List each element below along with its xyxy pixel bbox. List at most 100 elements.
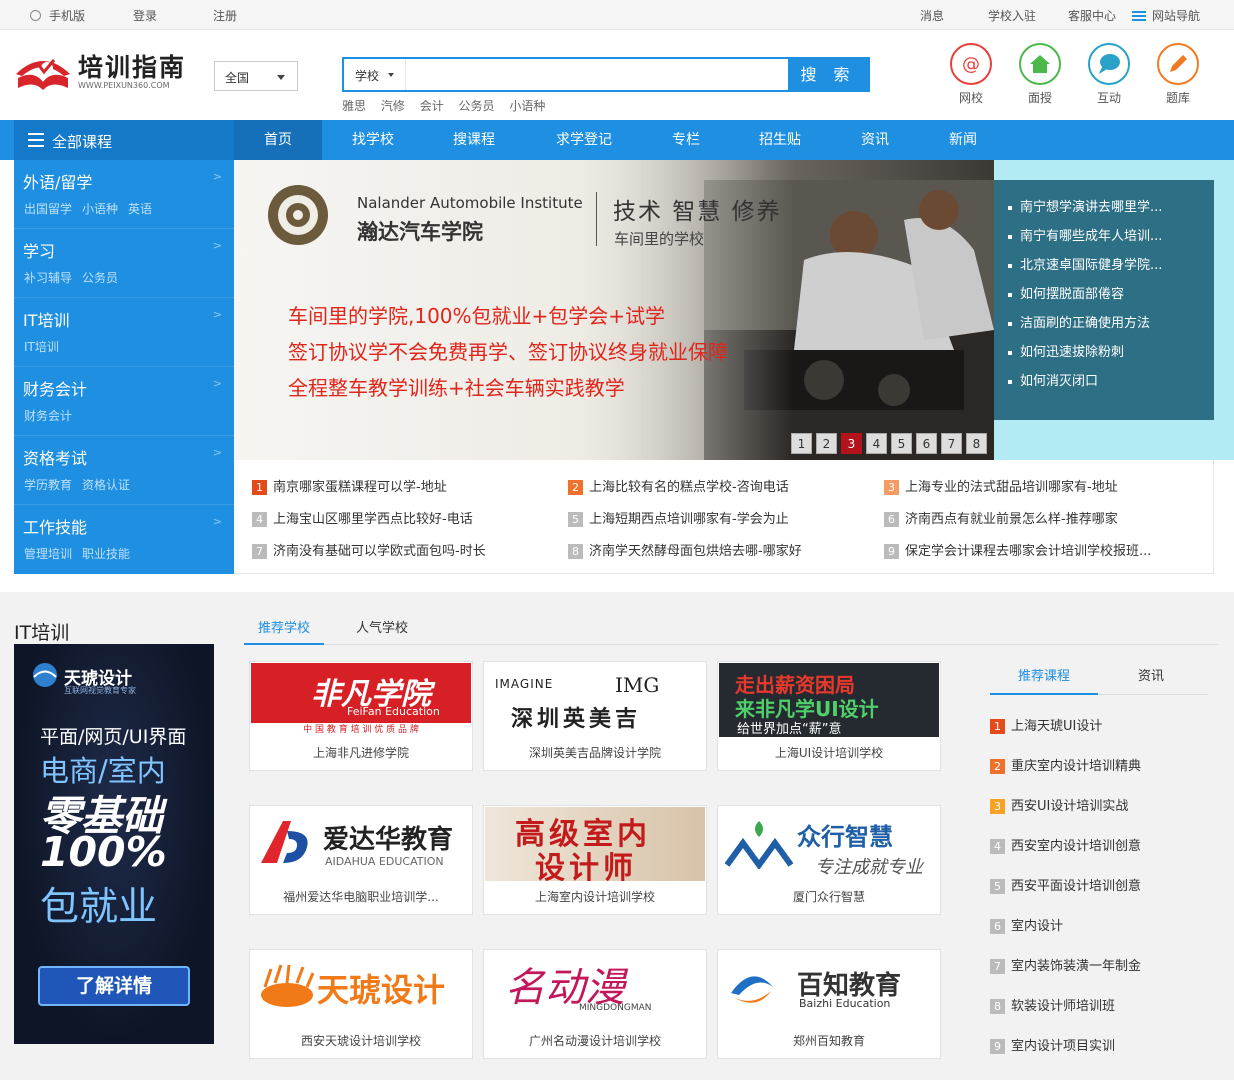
ad-details-button[interactable]: 了解详情 <box>38 966 190 1006</box>
news-item[interactable]: 2 上海比较有名的糕点学校-咨询电话 <box>568 476 789 495</box>
news-item[interactable]: 7 济南没有基础可以学欧式面包吗-时长 <box>252 540 486 559</box>
banner-page-button[interactable]: 1 <box>791 433 812 454</box>
school-card[interactable]: 高级室内 设计师 上海室内设计培训学校 <box>483 805 707 915</box>
news-item[interactable]: 3 上海专业的法式甜品培训哪家有-地址 <box>884 476 1118 495</box>
sidebar-sub-link[interactable]: 出国留学 <box>24 202 72 216</box>
banner-page-button[interactable]: 6 <box>916 433 937 454</box>
sidebar-sub-link[interactable]: 管理培训 <box>24 547 72 561</box>
news-item[interactable]: 1 南京哪家蛋糕课程可以学-地址 <box>252 476 447 495</box>
nav-info[interactable]: 资讯 <box>840 120 910 160</box>
banner-page-button-active[interactable]: 3 <box>841 433 862 454</box>
school-card[interactable]: 众行智慧 专注成就专业 厦门众行智慧 <box>717 805 941 915</box>
tab-recommended-schools[interactable]: 推荐学校 <box>244 617 324 645</box>
right-news-link[interactable]: 北京速卓国际健身学院... <box>1008 254 1162 273</box>
pencil-icon <box>1170 55 1187 72</box>
right-news-link[interactable]: 南宁有哪些成年人培训... <box>1008 225 1162 244</box>
question-bank-button[interactable] <box>1157 43 1199 85</box>
sidebar-category[interactable]: 工作技能 > 管理培训 职业技能 <box>14 505 234 574</box>
news-item[interactable]: 5 上海短期西点培训哪家有-学会为止 <box>568 508 789 527</box>
banner-page-button[interactable]: 4 <box>866 433 887 454</box>
course-item[interactable]: 7 室内装饰装潢一年制金 <box>990 955 1141 974</box>
right-news-link[interactable]: 如何迅速拔除粉刺 <box>1008 341 1124 360</box>
register-link[interactable]: 注册 <box>213 7 237 24</box>
nav-news[interactable]: 新闻 <box>928 120 998 160</box>
sidebar-category[interactable]: 资格考试 > 学历教育 资格认证 <box>14 436 234 505</box>
messages-link[interactable]: 消息 <box>920 7 944 24</box>
sidebar-sub-link[interactable]: 学历教育 <box>24 478 72 492</box>
tab-info[interactable]: 资讯 <box>1138 665 1178 695</box>
banner-page-button[interactable]: 7 <box>941 433 962 454</box>
school-card[interactable]: 百知教育 Baizhi Education 郑州百知教育 <box>717 949 941 1059</box>
ad-line: 平面/网页/UI界面 <box>40 726 187 748</box>
school-join-link[interactable]: 学校入驻 <box>988 7 1036 24</box>
school-card[interactable]: 天琥设计 西安天琥设计培训学校 <box>249 949 473 1059</box>
nav-home[interactable]: 首页 <box>234 120 322 160</box>
sitemap-link[interactable]: 网站导航 <box>1132 7 1200 24</box>
course-item[interactable]: 1 上海天琥UI设计 <box>990 715 1102 734</box>
right-news-link[interactable]: 南宁想学演讲去哪里学... <box>1008 196 1162 215</box>
school-card[interactable]: 走出薪资困局 来非凡学UI设计 给世界加点“薪”意 上海UI设计培训学校 <box>717 661 941 771</box>
hot-keyword[interactable]: 会计 <box>420 99 444 113</box>
sidebar-category[interactable]: 学习 > 补习辅导 公务员 <box>14 229 234 298</box>
sidebar-sub-link[interactable]: 小语种 <box>82 202 118 216</box>
nav-study-register[interactable]: 求学登记 <box>540 120 628 160</box>
course-item[interactable]: 6 室内设计 <box>990 915 1063 934</box>
banner-page-button[interactable]: 8 <box>966 433 987 454</box>
school-card[interactable]: 名动漫 MINGDONGMAN 广州名动漫设计培训学校 <box>483 949 707 1059</box>
sidebar-sub-link[interactable]: 资格认证 <box>82 478 130 492</box>
banner-subtitle: 车间里的学校 <box>614 230 705 248</box>
news-item[interactable]: 4 上海宝山区哪里学西点比较好-电话 <box>252 508 473 527</box>
hero-banner[interactable]: Nalander Automobile Institute 瀚达汽车学院 技术 … <box>234 160 994 460</box>
hot-keyword[interactable]: 雅思 <box>342 99 366 113</box>
hot-keyword[interactable]: 汽修 <box>381 99 405 113</box>
login-link[interactable]: 登录 <box>133 7 157 24</box>
sidebar-sub-link[interactable]: 英语 <box>128 202 152 216</box>
search-category-select[interactable]: 学校 <box>344 59 406 90</box>
banner-page-button[interactable]: 5 <box>891 433 912 454</box>
school-card[interactable]: 爱达华教育 AIDAHUA EDUCATION 福州爱达华电脑职业培训学... <box>249 805 473 915</box>
sidebar-category[interactable]: 财务会计 > 财务会计 <box>14 367 234 436</box>
all-courses-button[interactable]: 全部课程 <box>14 120 234 160</box>
region-select[interactable]: 全国 <box>214 61 298 91</box>
school-card[interactable]: 非凡学院 FeiFan Education 中 国 教 育 培 训 优 质 品 … <box>249 661 473 771</box>
interaction-button[interactable] <box>1088 43 1130 85</box>
hot-keyword[interactable]: 公务员 <box>459 99 495 113</box>
course-item[interactable]: 5 西安平面设计培训创意 <box>990 875 1141 894</box>
right-news-link[interactable]: 如何消灭闭口 <box>1008 370 1098 389</box>
right-news-link[interactable]: 洁面刷的正确使用方法 <box>1008 312 1150 331</box>
nav-enrollment[interactable]: 招生贴 <box>745 120 815 160</box>
course-item[interactable]: 2 重庆室内设计培训精典 <box>990 755 1141 774</box>
news-item[interactable]: 6 济南西点有就业前景怎么样-推荐哪家 <box>884 508 1118 527</box>
sidebar-sub-link[interactable]: IT培训 <box>24 340 59 354</box>
right-news-link[interactable]: 如何摆脱面部倦容 <box>1008 283 1124 302</box>
sidebar-sub-link[interactable]: 职业技能 <box>82 547 130 561</box>
nav-find-school[interactable]: 找学校 <box>333 120 413 160</box>
banner-page-button[interactable]: 2 <box>816 433 837 454</box>
ad-banner[interactable]: 天琥设计 互联网视觉教育专家 平面/网页/UI界面 电商/室内 零基础 100%… <box>14 644 214 1044</box>
news-item[interactable]: 8 济南学天然酵母面包烘焙去哪-哪家好 <box>568 540 802 559</box>
course-item[interactable]: 8 软装设计师培训班 <box>990 995 1115 1014</box>
sidebar-category[interactable]: 外语/留学 > 出国留学 小语种 英语 <box>14 160 234 229</box>
course-item[interactable]: 9 室内设计项目实训 <box>990 1035 1115 1054</box>
tab-popular-schools[interactable]: 人气学校 <box>356 617 416 645</box>
course-item[interactable]: 3 西安UI设计培训实战 <box>990 795 1128 814</box>
site-logo[interactable]: 培训指南 WWW.PEIXUN360.COM <box>14 48 199 94</box>
tab-recommended-courses[interactable]: 推荐课程 <box>990 665 1098 695</box>
nav-column[interactable]: 专栏 <box>651 120 721 160</box>
service-center-link[interactable]: 客服中心 <box>1068 7 1116 24</box>
face-to-face-button[interactable] <box>1019 43 1061 85</box>
search-button[interactable]: 搜 索 <box>788 59 868 90</box>
nav-search-course[interactable]: 搜课程 <box>434 120 514 160</box>
course-item[interactable]: 4 西安室内设计培训创意 <box>990 835 1141 854</box>
sidebar-sub-link[interactable]: 公务员 <box>82 271 118 285</box>
mobile-link[interactable]: 手机版 <box>30 7 85 24</box>
search-input[interactable] <box>408 59 788 90</box>
sidebar-sub-link[interactable]: 财务会计 <box>24 409 72 423</box>
school-card[interactable]: IMAGINE IMG 深圳英美吉 深圳英美吉品牌设计学院 <box>483 661 707 771</box>
sidebar-category[interactable]: IT培训 > IT培训 <box>14 298 234 367</box>
sidebar-sub-link[interactable]: 补习辅导 <box>24 271 72 285</box>
hot-keyword[interactable]: 小语种 <box>509 99 545 113</box>
news-item[interactable]: 9 保定学会计课程去哪家会计培训学校报班... <box>884 540 1151 559</box>
caret-down-icon <box>388 73 394 77</box>
online-school-button[interactable]: @ <box>950 43 992 85</box>
